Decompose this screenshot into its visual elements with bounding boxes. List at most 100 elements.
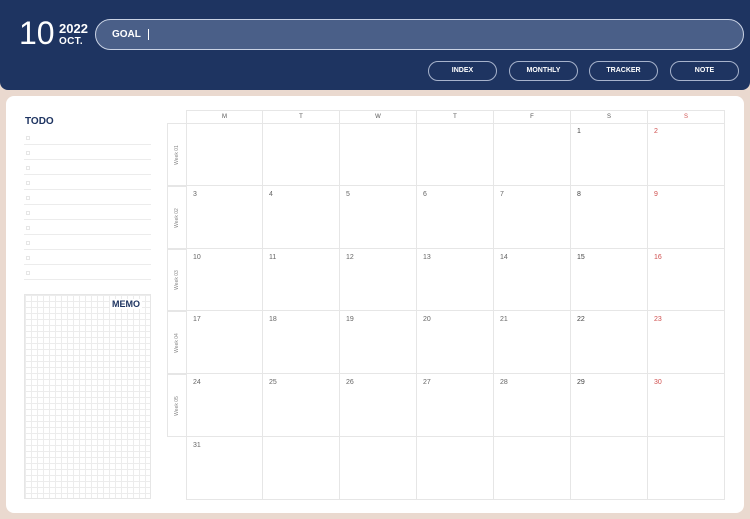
todo-item[interactable] (24, 130, 151, 145)
week-label: Week 05 (167, 374, 186, 437)
date-number: 24 (193, 379, 201, 386)
nav-tracker-button[interactable]: TRACKER (589, 61, 658, 81)
checkbox-icon[interactable] (26, 166, 30, 170)
todo-item[interactable] (24, 205, 151, 220)
day-cell[interactable] (417, 123, 494, 186)
day-header: T (417, 110, 494, 124)
day-cell[interactable] (263, 123, 340, 186)
day-cell[interactable]: 6 (417, 186, 494, 249)
month-abbr-label: OCT. (59, 36, 83, 47)
checkbox-icon[interactable] (26, 226, 30, 230)
day-cell[interactable]: 13 (417, 249, 494, 311)
checkbox-icon[interactable] (26, 181, 30, 185)
date-number: 22 (577, 316, 585, 323)
day-cell[interactable]: 12 (340, 249, 417, 311)
date-number: 21 (500, 316, 508, 323)
week-label: Week 01 (167, 123, 186, 186)
checkbox-icon[interactable] (26, 271, 30, 275)
day-cell[interactable] (263, 437, 340, 500)
nav-index-button[interactable]: INDEX (428, 61, 497, 81)
date-number: 17 (193, 316, 201, 323)
day-cell[interactable]: 2 (648, 123, 725, 186)
week-label: Week 04 (167, 311, 186, 374)
day-cell[interactable]: 4 (263, 186, 340, 249)
date-number: 9 (654, 191, 658, 198)
day-cell[interactable]: 31 (186, 437, 263, 500)
week-label-text: Week 04 (174, 332, 180, 353)
todo-item[interactable] (24, 235, 151, 250)
day-cell[interactable]: 18 (263, 311, 340, 374)
day-header: S (571, 110, 648, 124)
day-cell[interactable]: 14 (494, 249, 571, 311)
day-cell[interactable]: 11 (263, 249, 340, 311)
day-cell[interactable]: 16 (648, 249, 725, 311)
day-cell[interactable]: 27 (417, 374, 494, 437)
nav-note-button[interactable]: NOTE (670, 61, 739, 81)
date-number: 11 (269, 254, 277, 261)
day-header: T (263, 110, 340, 124)
date-number: 23 (654, 316, 662, 323)
date-number: 5 (346, 191, 350, 198)
day-cell[interactable]: 9 (648, 186, 725, 249)
checkbox-icon[interactable] (26, 151, 30, 155)
goal-input[interactable]: GOAL (95, 19, 744, 50)
todo-item[interactable] (24, 190, 151, 205)
date-number: 16 (654, 254, 662, 261)
checkbox-icon[interactable] (26, 241, 30, 245)
todo-item[interactable] (24, 145, 151, 160)
todo-item[interactable] (24, 220, 151, 235)
todo-item[interactable] (24, 175, 151, 190)
day-header: S (648, 110, 725, 124)
day-cell[interactable] (571, 437, 648, 500)
nav-monthly-button[interactable]: MONTHLY (509, 61, 578, 81)
checkbox-icon[interactable] (26, 196, 30, 200)
day-cell[interactable]: 3 (186, 186, 263, 249)
checkbox-icon[interactable] (26, 256, 30, 260)
date-number: 1 (577, 128, 581, 135)
day-cell[interactable]: 19 (340, 311, 417, 374)
day-cell[interactable]: 22 (571, 311, 648, 374)
week-label-text: Week 03 (174, 270, 180, 290)
day-cell[interactable]: 5 (340, 186, 417, 249)
todo-title: TODO (25, 116, 54, 127)
checkbox-icon[interactable] (26, 211, 30, 215)
day-cell[interactable] (648, 437, 725, 500)
day-cell[interactable]: 28 (494, 374, 571, 437)
week-label-text: Week 05 (174, 395, 180, 416)
day-cell[interactable]: 1 (571, 123, 648, 186)
date-number: 19 (346, 316, 354, 323)
date-number: 15 (577, 254, 585, 261)
day-cell[interactable]: 15 (571, 249, 648, 311)
day-cell[interactable] (417, 437, 494, 500)
date-number: 6 (423, 191, 427, 198)
day-cell[interactable]: 30 (648, 374, 725, 437)
day-cell[interactable] (340, 437, 417, 500)
day-cell[interactable]: 7 (494, 186, 571, 249)
day-cell[interactable]: 20 (417, 311, 494, 374)
day-cell[interactable]: 17 (186, 311, 263, 374)
todo-item[interactable] (24, 265, 151, 280)
date-number: 20 (423, 316, 431, 323)
date-number: 8 (577, 191, 581, 198)
planner-panel: TODO MEMO M T W T F S S Week 01 Week 02 Week 03 We… (6, 96, 744, 513)
day-cell[interactable] (340, 123, 417, 186)
checkbox-icon[interactable] (26, 136, 30, 140)
day-cell[interactable]: 10 (186, 249, 263, 311)
day-cell[interactable]: 21 (494, 311, 571, 374)
memo-grid[interactable]: MEMO (24, 294, 151, 499)
day-cell[interactable] (186, 123, 263, 186)
day-cell[interactable]: 24 (186, 374, 263, 437)
day-cell[interactable] (494, 123, 571, 186)
todo-item[interactable] (24, 160, 151, 175)
date-number: 7 (500, 191, 504, 198)
day-cell[interactable]: 8 (571, 186, 648, 249)
date-number: 31 (193, 442, 201, 449)
day-cell[interactable]: 29 (571, 374, 648, 437)
todo-item[interactable] (24, 250, 151, 265)
goal-label: GOAL (112, 29, 141, 40)
week-label: Week 03 (167, 249, 186, 311)
day-cell[interactable] (494, 437, 571, 500)
day-cell[interactable]: 26 (340, 374, 417, 437)
day-cell[interactable]: 23 (648, 311, 725, 374)
day-cell[interactable]: 25 (263, 374, 340, 437)
